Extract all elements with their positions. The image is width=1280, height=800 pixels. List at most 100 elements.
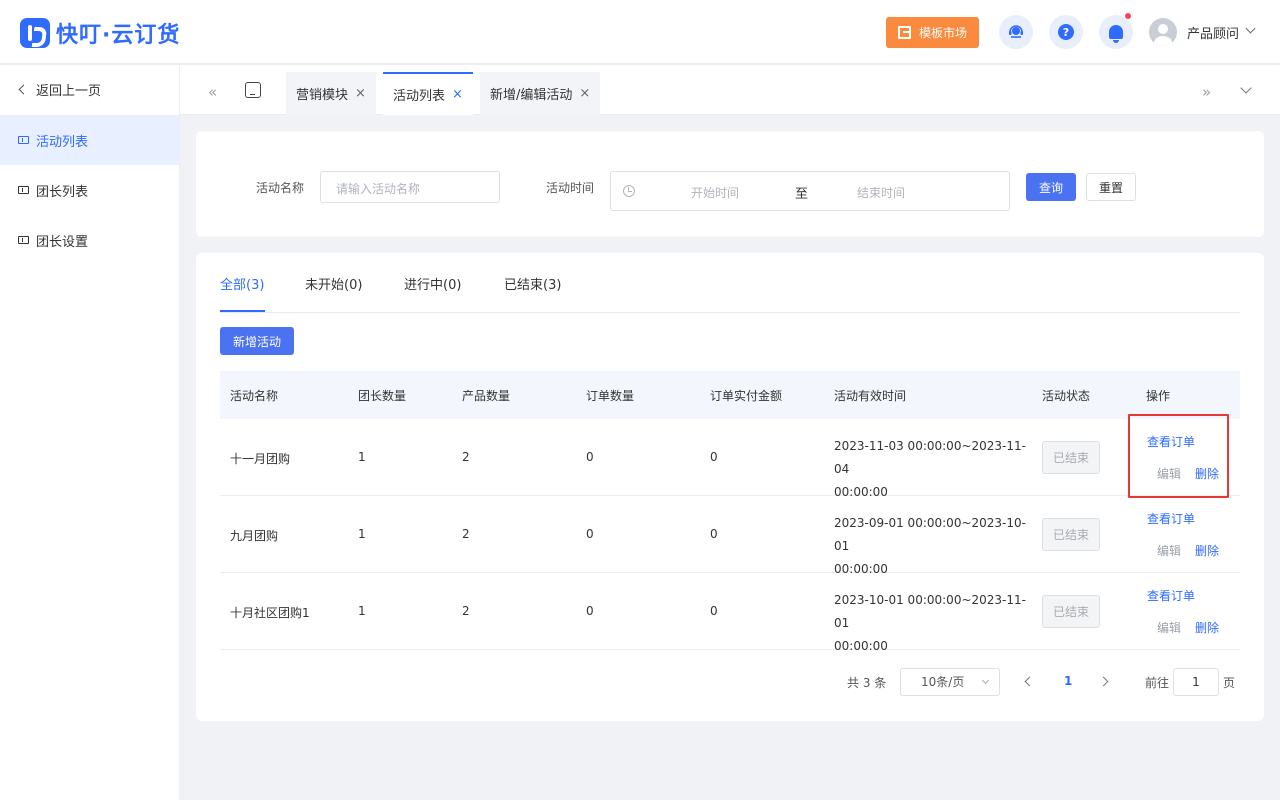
app-title: 快叮·云订货: [56, 23, 181, 48]
add-activity-button[interactable]: 新增活动: [220, 327, 294, 355]
view-orders-link[interactable]: 查看订单: [1147, 510, 1195, 527]
cell-valid-time: 2023-09-01 00:00:00~2023-10-01 00:00:00: [834, 512, 1034, 581]
template-icon: [897, 26, 911, 39]
activity-name-placeholder: 请输入活动名称: [336, 182, 421, 196]
column-header: 订单数量: [586, 389, 635, 403]
current-page[interactable]: 1: [1064, 674, 1072, 688]
notification-button[interactable]: [1099, 13, 1133, 49]
cell-paid-amount: 0: [710, 604, 718, 618]
avatar[interactable]: [1149, 18, 1177, 46]
bell-icon: [1109, 25, 1123, 43]
goto-prefix: 前往: [1145, 676, 1170, 690]
tab-activity-list[interactable]: 活动列表 ×: [383, 72, 473, 115]
template-market-button[interactable]: 模板市场: [886, 17, 979, 48]
customer-service-button[interactable]: [999, 15, 1033, 49]
tab-label: 营销模块: [296, 88, 349, 103]
back-label: 返回上一页: [36, 84, 102, 99]
chevron-down-icon[interactable]: [1245, 23, 1256, 34]
scroll-right-icon[interactable]: »: [1202, 83, 1211, 101]
table-header: 活动名称 团长数量 产品数量 订单数量 订单实付金额 活动有效时间 活动状态 操…: [220, 371, 1240, 419]
tab-in-progress[interactable]: 进行中(0): [404, 274, 461, 293]
sidebar-item-leader-list[interactable]: 团长列表: [0, 165, 179, 215]
chevron-down-icon: [981, 676, 990, 685]
tab-label: 新增/编辑活动: [490, 88, 573, 103]
sidebar-item-leader-settings[interactable]: 团长设置: [0, 215, 179, 265]
app-logo[interactable]: 快叮·云订货: [20, 17, 180, 49]
ticket-icon: [18, 186, 29, 194]
query-button[interactable]: 查询: [1026, 173, 1076, 201]
sidebar-item-label: 活动列表: [36, 134, 89, 150]
valid-time-start: 2023-09-01 00:00:00~2023-10-01: [834, 516, 1026, 553]
delete-link[interactable]: 删除: [1195, 619, 1219, 636]
cell-product-count: 2: [462, 527, 470, 541]
activity-list-panel: 全部(3) 未开始(0) 进行中(0) 已结束(3) 新增活动 活动名称 团长数…: [196, 253, 1264, 721]
start-time-placeholder[interactable]: 开始时间: [691, 184, 739, 201]
column-header: 产品数量: [462, 389, 511, 403]
cell-activity-name: 十一月团购: [230, 452, 291, 466]
activity-name-label: 活动名称: [256, 181, 305, 195]
column-header: 活动状态: [1042, 389, 1091, 403]
table-row: 九月团购 1 2 0 0 2023-09-01 00:00:00~2023-10…: [220, 496, 1240, 576]
tab-ended[interactable]: 已结束(3): [504, 274, 561, 293]
cell-order-count: 0: [586, 527, 594, 541]
scroll-left-icon[interactable]: «: [208, 83, 217, 101]
close-icon[interactable]: ×: [452, 87, 463, 102]
prev-page-icon[interactable]: [1024, 676, 1035, 687]
template-market-label: 模板市场: [918, 26, 967, 40]
edit-link[interactable]: 编辑: [1157, 542, 1181, 559]
filter-panel: 活动名称 请输入活动名称 活动时间 开始时间 至 结束时间 查询 重置: [196, 131, 1264, 237]
end-time-placeholder[interactable]: 结束时间: [857, 184, 905, 201]
close-icon[interactable]: ×: [355, 86, 366, 101]
status-badge: 已结束: [1042, 441, 1100, 474]
user-name[interactable]: 产品顾问: [1187, 23, 1239, 42]
pagination-total: 共 3 条: [847, 676, 887, 690]
close-icon[interactable]: ×: [579, 86, 590, 101]
next-page-icon[interactable]: [1098, 676, 1109, 687]
ticket-icon: [18, 236, 29, 244]
activity-time-label: 活动时间: [546, 181, 595, 195]
page-size-value: 10条/页: [921, 675, 965, 689]
cell-leader-count: 1: [358, 450, 366, 464]
cell-paid-amount: 0: [710, 450, 718, 464]
chevron-left-icon: [18, 84, 29, 95]
sidebar-item-label: 团长列表: [36, 184, 89, 200]
activity-time-range-picker[interactable]: 开始时间 至 结束时间: [610, 171, 1010, 211]
page-size-select[interactable]: 10条/页: [900, 668, 1000, 696]
active-tab-indicator: [220, 310, 265, 312]
table-row: 十月社区团购1 1 2 0 0 2023-10-01 00:00:00~2023…: [220, 573, 1240, 653]
goto-suffix: 页: [1223, 676, 1236, 690]
tab-add-edit-activity[interactable]: 新增/编辑活动 ×: [480, 72, 601, 115]
cell-leader-count: 1: [358, 604, 366, 618]
column-header: 团长数量: [358, 389, 407, 403]
range-separator: 至: [795, 187, 809, 202]
cell-order-count: 0: [586, 450, 594, 464]
column-header: 操作: [1146, 389, 1171, 403]
cell-activity-name: 九月团购: [230, 529, 279, 543]
valid-time-start: 2023-11-03 00:00:00~2023-11-04: [834, 439, 1026, 476]
tab-bar: « 营销模块 × 活动列表 × 新增/编辑活动 × »: [180, 65, 1280, 115]
view-orders-link[interactable]: 查看订单: [1147, 587, 1195, 604]
tab-label: 活动列表: [393, 89, 446, 104]
tab-all[interactable]: 全部(3): [220, 274, 264, 293]
valid-time-end: 00:00:00: [834, 639, 888, 653]
activity-name-input[interactable]: 请输入活动名称: [320, 171, 500, 203]
column-header: 活动名称: [230, 389, 279, 403]
delete-link[interactable]: 删除: [1195, 542, 1219, 559]
tab-not-started[interactable]: 未开始(0): [305, 274, 362, 293]
ticket-icon: [18, 136, 29, 144]
notification-dot: [1125, 13, 1131, 19]
help-button[interactable]: ?: [1049, 15, 1083, 49]
top-header: 快叮·云订货 模板市场 ? 产品顾问: [0, 0, 1280, 64]
tab-marketing-module[interactable]: 营销模块 ×: [286, 72, 376, 115]
tabs-menu-chevron-icon[interactable]: [1240, 82, 1252, 94]
home-icon[interactable]: [245, 82, 261, 98]
reset-button[interactable]: 重置: [1086, 173, 1136, 201]
clock-icon: [623, 185, 635, 197]
goto-page-input[interactable]: 1: [1173, 668, 1219, 696]
highlight-box: [1128, 414, 1229, 498]
edit-link[interactable]: 编辑: [1157, 619, 1181, 636]
valid-time-start: 2023-10-01 00:00:00~2023-11-01: [834, 593, 1026, 630]
sidebar-item-activity-list[interactable]: 活动列表: [0, 115, 179, 165]
tabs-divider: [220, 312, 1240, 313]
back-button[interactable]: 返回上一页: [0, 65, 179, 114]
